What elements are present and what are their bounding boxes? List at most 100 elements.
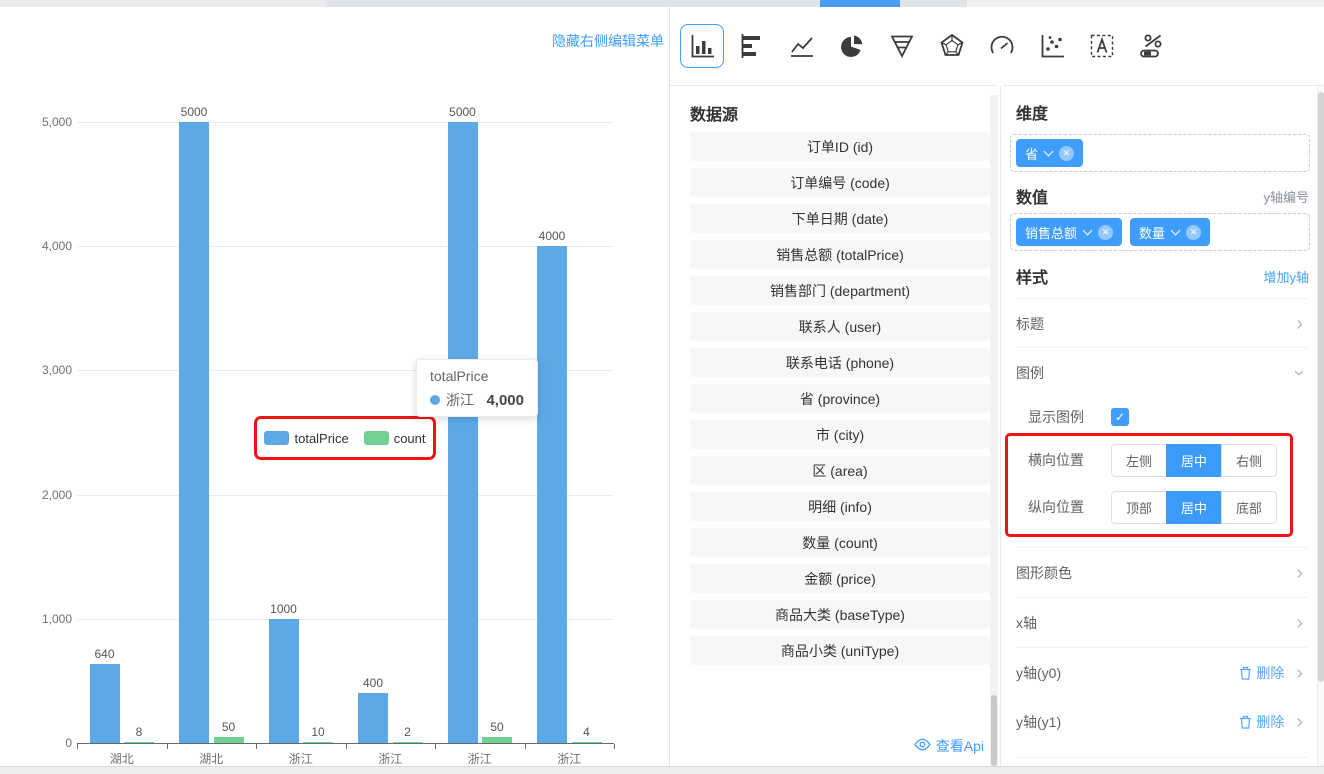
field-item[interactable]: 商品大类 (baseType) — [690, 600, 990, 629]
browser-tab-strip — [0, 0, 1324, 7]
datasource-title: 数据源 — [690, 101, 738, 125]
bar-totalPrice[interactable] — [448, 122, 478, 743]
datasource-scrollbar-thumb[interactable] — [991, 695, 997, 766]
style-row-y-axis-0[interactable]: y轴(y0) 删除 — [1016, 647, 1307, 697]
x-axis-tick — [77, 744, 78, 749]
funnel-chart-icon[interactable] — [880, 24, 924, 68]
remove-tag-icon[interactable] — [1059, 146, 1074, 161]
chevron-down-icon[interactable] — [1083, 225, 1093, 235]
chart-preview-panel: 隐藏右侧编辑菜单 01,0002,0003,0004,0005,00064050… — [0, 7, 669, 766]
legend-item-totalprice[interactable]: totalPrice — [264, 431, 348, 446]
settings-scrollbar-thumb[interactable] — [1318, 92, 1324, 682]
metric-drop-zone[interactable]: 销售总额数量 — [1010, 213, 1310, 251]
toolbar-divider-left — [670, 85, 997, 86]
scatter-chart-icon[interactable] — [1030, 24, 1074, 68]
field-item[interactable]: 明细 (info) — [690, 492, 990, 521]
style-row-shape-color[interactable]: 图形颜色 — [1016, 547, 1307, 597]
datasource-panel: 数据源 订单ID (id) 订单编号 (code) 下单日期 (date) 销售总额 … — [670, 86, 1000, 766]
field-item[interactable]: 金额 (price) — [690, 564, 990, 593]
field-item[interactable]: 商品小类 (uniType) — [690, 636, 990, 665]
horizontal-bar-chart-icon[interactable] — [730, 24, 774, 68]
bar-count[interactable] — [572, 742, 602, 743]
tooltip-series-title: totalPrice — [430, 368, 524, 384]
style-row-title[interactable]: 标题 — [1016, 298, 1307, 348]
bar-totalPrice[interactable] — [179, 122, 209, 743]
horizontal-position-label: 横向位置 — [1028, 450, 1111, 470]
field-item[interactable]: 区 (area) — [690, 456, 990, 485]
bottom-scroll-strip[interactable] — [0, 766, 1324, 774]
bar-count[interactable] — [303, 742, 333, 743]
bar-count[interactable] — [482, 737, 512, 743]
bar-chart-icon[interactable] — [680, 24, 724, 68]
pie-chart-icon[interactable] — [830, 24, 874, 68]
chevron-down-icon[interactable] — [1171, 225, 1181, 235]
style-row-y-axis-1[interactable]: y轴(y1) 删除 — [1016, 697, 1307, 747]
x-axis-tick — [167, 744, 168, 749]
bar-count[interactable] — [393, 742, 423, 743]
bar-totalPrice[interactable] — [537, 246, 567, 743]
dimension-drop-zone[interactable]: 省 — [1010, 134, 1310, 172]
chart-gridline — [77, 495, 614, 496]
dimension-tag[interactable]: 省 — [1016, 139, 1083, 167]
style-row-label: x轴 — [1016, 613, 1037, 633]
add-y-axis-link[interactable]: 增加y轴 — [1263, 267, 1309, 286]
show-legend-label: 显示图例 — [1028, 407, 1111, 427]
tooltip-category: 浙江 — [446, 390, 474, 410]
style-row-x-axis[interactable]: x轴 — [1016, 597, 1307, 647]
field-item[interactable]: 销售部门 (department) — [690, 276, 990, 305]
field-item[interactable]: 联系人 (user) — [690, 312, 990, 341]
remove-tag-icon[interactable] — [1098, 225, 1113, 240]
x-axis-tick — [614, 744, 615, 749]
chevron-down-icon[interactable] — [1044, 146, 1054, 156]
bar-count[interactable] — [214, 737, 244, 743]
field-item[interactable]: 市 (city) — [690, 420, 990, 449]
radar-chart-icon[interactable] — [930, 24, 974, 68]
bar-value-label: 1000 — [254, 602, 314, 616]
style-row-label: 标题 — [1016, 314, 1044, 334]
legend-swatch-totalprice — [264, 431, 289, 445]
percent-widget-icon[interactable] — [1130, 24, 1174, 68]
field-item[interactable]: 销售总额 (totalPrice) — [690, 240, 990, 269]
delete-y-axis-0-button[interactable]: 删除 — [1239, 663, 1284, 683]
field-item[interactable]: 省 (province) — [690, 384, 990, 413]
trash-icon — [1239, 715, 1252, 729]
style-section-title: 样式 — [1016, 264, 1048, 288]
vertical-position-label: 纵向位置 — [1028, 497, 1111, 517]
bar-count[interactable] — [124, 742, 154, 743]
chevron-right-icon — [1296, 712, 1303, 732]
field-item[interactable]: 数量 (count) — [690, 528, 990, 557]
bar-value-label: 10 — [288, 725, 348, 739]
line-chart-icon[interactable] — [780, 24, 824, 68]
chart-gridline — [77, 619, 614, 620]
field-list: 订单ID (id) 订单编号 (code) 下单日期 (date) 销售总额 (tot… — [690, 132, 990, 672]
field-item[interactable]: 联系电话 (phone) — [690, 348, 990, 377]
datasource-scrollbar-track[interactable] — [990, 95, 998, 766]
y-axis-number-hint: y轴编号 — [1263, 187, 1309, 206]
style-row-legend[interactable]: 图例 — [1016, 347, 1307, 397]
x-axis-category-label: 湖北 — [77, 750, 167, 767]
view-api-link[interactable]: 查看Api — [914, 736, 984, 756]
delete-y-axis-1-button[interactable]: 删除 — [1239, 712, 1284, 732]
field-item[interactable]: 订单编号 (code) — [690, 168, 990, 197]
chevron-right-icon — [1296, 563, 1303, 583]
h-pos-right-button[interactable]: 右侧 — [1221, 444, 1277, 477]
field-item[interactable]: 下单日期 (date) — [690, 204, 990, 233]
metric-tag[interactable]: 数量 — [1130, 218, 1210, 246]
show-legend-checkbox[interactable] — [1111, 408, 1129, 426]
h-pos-center-button[interactable]: 居中 — [1166, 444, 1222, 477]
field-item[interactable]: 订单ID (id) — [690, 132, 990, 161]
bar-chart: 01,0002,0003,0004,0005,00064050001000400… — [0, 7, 669, 766]
style-settings-panel: 维度 省 数值 y轴编号 销售总额数量 样式 增加y轴 标题 图例 显示图例 横… — [1001, 86, 1317, 766]
v-pos-center-button[interactable]: 居中 — [1166, 491, 1222, 524]
y-axis-tick-label: 2,000 — [0, 488, 72, 502]
text-widget-icon[interactable] — [1080, 24, 1124, 68]
metric-tag[interactable]: 销售总额 — [1016, 218, 1122, 246]
tab-strip-active-indicator — [820, 0, 900, 7]
v-pos-top-button[interactable]: 顶部 — [1111, 491, 1167, 524]
h-pos-left-button[interactable]: 左侧 — [1111, 444, 1167, 477]
gauge-chart-icon[interactable] — [980, 24, 1024, 68]
style-row-label: 图例 — [1016, 363, 1044, 383]
legend-item-count[interactable]: count — [364, 431, 426, 446]
remove-tag-icon[interactable] — [1186, 225, 1201, 240]
v-pos-bottom-button[interactable]: 底部 — [1221, 491, 1277, 524]
